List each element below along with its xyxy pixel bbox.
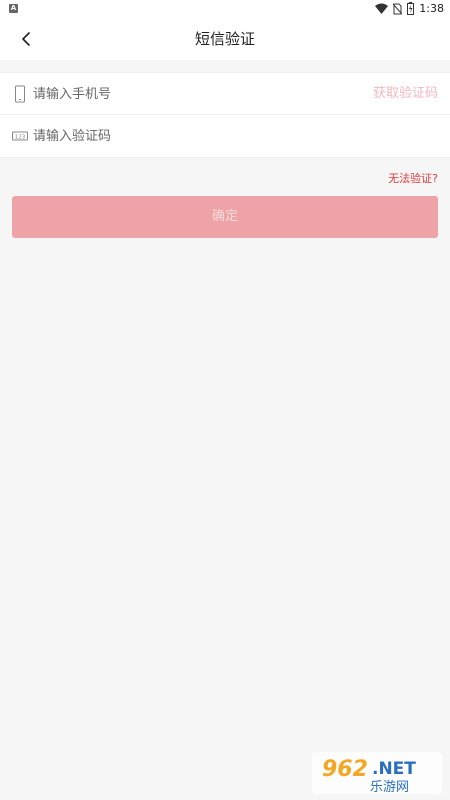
page-title: 短信验证 (194, 30, 255, 48)
code-input[interactable] (33, 115, 353, 157)
svg-text:962: 962 (322, 757, 368, 782)
status-bar: A 1:38 (0, 0, 450, 18)
verification-form: 获取验证码 123 (0, 72, 450, 158)
battery-icon (407, 2, 415, 15)
cannot-verify-link[interactable]: 无法验证? (388, 170, 438, 186)
code-row: 123 (0, 115, 450, 157)
nav-bar: 短信验证 (0, 18, 450, 60)
svg-text:.NET: .NET (372, 759, 416, 779)
chevron-left-icon (22, 32, 30, 46)
phone-icon (15, 85, 25, 103)
phone-row: 获取验证码 (0, 73, 450, 115)
svg-text:123: 123 (15, 135, 26, 141)
watermark-logo: 962 .NET 乐游网 (312, 752, 442, 795)
svg-text:乐游网: 乐游网 (370, 780, 409, 795)
confirm-button[interactable]: 确定 (12, 196, 438, 238)
keypad-icon: 123 (12, 131, 28, 141)
back-button[interactable] (14, 26, 40, 52)
notification-app-icon: A (9, 4, 18, 13)
status-time: 1:38 (419, 2, 444, 15)
get-code-button[interactable]: 获取验证码 (373, 73, 438, 115)
no-sim-icon (393, 3, 403, 14)
wifi-icon (375, 3, 389, 14)
phone-input[interactable] (33, 73, 353, 115)
status-icons: 1:38 (375, 2, 444, 15)
